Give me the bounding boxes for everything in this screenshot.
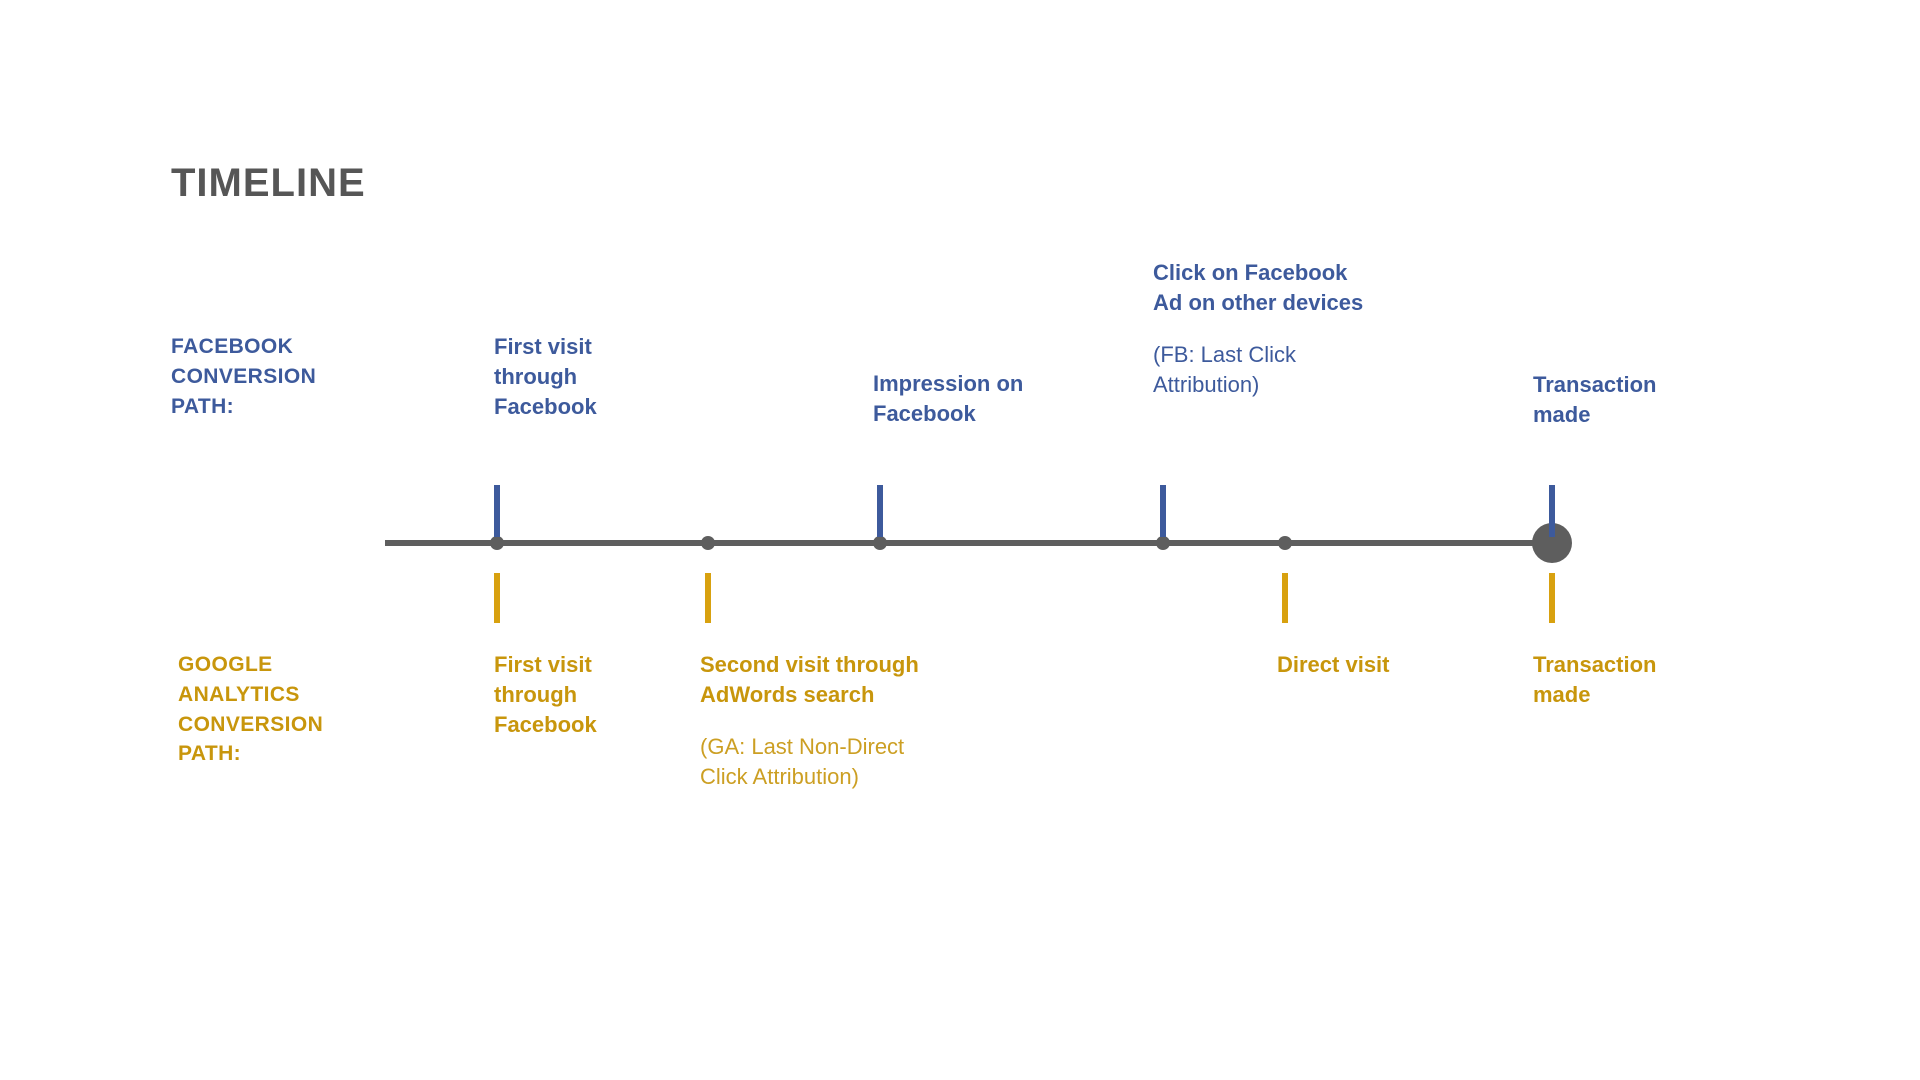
facebook-path-caption: FACEBOOK CONVERSION PATH: [171,335,317,418]
page-title: TIMELINE [171,161,366,205]
facebook-tick-icon [1549,485,1555,537]
axis-dot [1278,536,1292,550]
axis-dot [873,536,887,550]
timeline-diagram: TIMELINE FACEBOOK CONVERSION PATH: GOOGL… [0,0,1920,1080]
google-tick-icon [705,573,711,623]
event-label-ga-direct-visit: Direct visit [1277,650,1537,680]
event-label-fb-transaction: Transaction made [1533,370,1763,430]
event-label-ga-transaction: Transaction made [1533,650,1763,710]
event-label-ga-second-visit: Second visit through AdWords search (GA: … [700,650,1060,792]
event-label-main: Second visit through AdWords search [700,652,919,707]
event-label-main: First visit through Facebook [494,652,597,737]
event-label-main: Direct visit [1277,652,1390,677]
google-tick-icon [1282,573,1288,623]
timeline-axis [385,540,1552,546]
event-label-main: Click on Facebook Ad on other devices [1153,260,1364,315]
event-label-fb-impression: Impression on Facebook [873,369,1133,429]
event-label-main: Transaction made [1533,372,1657,427]
facebook-tick-icon [877,485,883,537]
axis-dot [701,536,715,550]
google-tick-icon [1549,573,1555,623]
google-path-caption: GOOGLE ANALYTICS CONVERSION PATH: [178,653,324,766]
event-label-note: (FB: Last Click Attribution) [1153,341,1297,397]
event-label-note: (GA: Last Non-Direct Click Attribution) [700,733,905,789]
event-label-main: First visit through Facebook [494,334,597,419]
event-label-main: Impression on Facebook [873,371,1024,426]
google-tick-icon [494,573,500,623]
facebook-tick-icon [1160,485,1166,537]
event-label-fb-first-visit: First visit through Facebook [494,332,724,422]
axis-dot [490,536,504,550]
axis-dot [1156,536,1170,550]
facebook-tick-icon [494,485,500,537]
event-label-fb-click-ad: Click on Facebook Ad on other devices (FB… [1153,258,1483,400]
event-label-ga-first-visit: First visit through Facebook [494,650,724,740]
event-label-main: Transaction made [1533,652,1657,707]
